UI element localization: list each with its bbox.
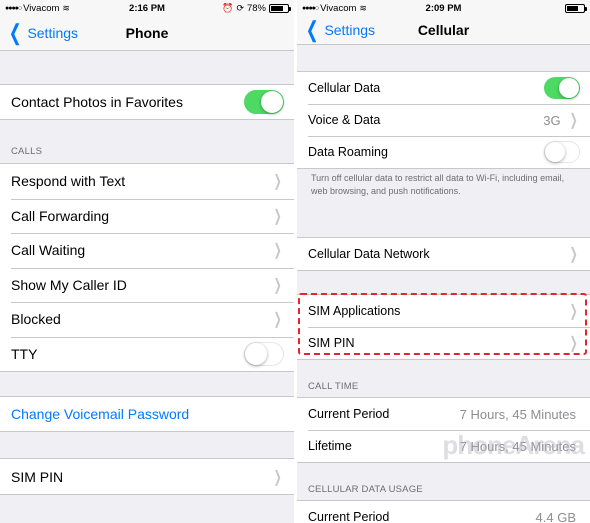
wifi-icon: ≋ [359, 2, 367, 13]
chevron-right-icon: ❯ [273, 468, 282, 486]
calls-section-header: CALLS [11, 146, 43, 157]
sim-pin-row[interactable]: SIM PIN ❯ [0, 459, 294, 494]
chevron-right-icon: ❯ [273, 311, 282, 329]
highlight-box [298, 293, 587, 355]
contact-photos-group: Contact Photos in Favorites [0, 84, 294, 120]
status-bar: ●●●●○ Vivacom ≋ 2:16 PM ⏰ ⟳ 78% [0, 0, 294, 16]
lifetime-row: Lifetime 7 Hours, 45 Minutes [297, 430, 590, 462]
chevron-right-icon: ❯ [273, 242, 282, 260]
voice-data-label: Voice & Data [308, 113, 381, 127]
chevron-right-icon: ❯ [273, 173, 282, 191]
sim-pin-label: SIM PIN [11, 468, 64, 485]
contact-photos-label: Contact Photos in Favorites [11, 94, 183, 110]
voicemail-label: Change Voicemail Password [11, 406, 190, 422]
status-bar: ●●●●○ Vivacom ≋ 2:09 PM [297, 0, 590, 16]
usage-current-period-label: Current Period [308, 510, 390, 523]
list-item-call-forwarding[interactable]: Call Forwarding ❯ [0, 198, 294, 234]
call-time-section-header: CALL TIME [308, 381, 359, 392]
alarm-icon: ⏰ [222, 2, 234, 13]
voice-data-row[interactable]: Voice & Data 3G ❯ [297, 104, 590, 136]
list-item-label: Show My Caller ID [11, 276, 127, 293]
usage-current-period-row: Current Period 4.4 GB [297, 501, 590, 523]
cellular-settings-screen: ●●●●○ Vivacom ≋ 2:09 PM ❮ Settings Cellu… [297, 0, 590, 523]
back-button[interactable]: ❮ Settings [303, 19, 375, 41]
change-voicemail-password-link[interactable]: Change Voicemail Password [0, 397, 294, 431]
lifetime-label: Lifetime [308, 439, 352, 453]
nav-bar: ❮ Settings Phone [0, 16, 294, 51]
current-period-row: Current Period 7 Hours, 45 Minutes [297, 398, 590, 430]
data-roaming-label: Data Roaming [308, 145, 388, 159]
tty-toggle[interactable] [244, 341, 284, 366]
current-period-label: Current Period [308, 407, 390, 421]
wifi-icon: ≋ [62, 2, 70, 13]
rotation-lock-icon: ⟳ [236, 2, 244, 13]
cellular-data-label: Cellular Data [308, 81, 381, 95]
list-item-respond-with-text[interactable]: Respond with Text ❯ [0, 164, 294, 199]
list-item-label: Respond with Text [11, 173, 126, 190]
cellular-data-group: Cellular Data Voice & Data 3G ❯ Data Roa… [297, 71, 590, 169]
battery-icon [565, 3, 587, 13]
list-item-label: Blocked [11, 311, 61, 328]
current-period-value: 7 Hours, 45 Minutes [459, 406, 576, 422]
roaming-footer-note: Turn off cellular data to restrict all d… [311, 173, 565, 196]
call-time-group: Current Period 7 Hours, 45 Minutes Lifet… [297, 397, 590, 463]
data-usage-section-header: CELLULAR DATA USAGE [308, 484, 423, 495]
list-item-label: Call Waiting [11, 242, 86, 259]
calls-group: Respond with Text ❯ Call Forwarding ❯ Ca… [0, 163, 294, 372]
signal-dots-icon: ●●●●○ [302, 4, 319, 12]
back-button[interactable]: ❮ Settings [6, 22, 78, 44]
signal-dots-icon: ●●●●○ [5, 4, 22, 12]
tty-label: TTY [11, 345, 38, 362]
list-item-label: Call Forwarding [11, 207, 110, 224]
chevron-right-icon: ❯ [273, 207, 282, 225]
contact-photos-toggle[interactable] [244, 90, 284, 114]
nav-bar: ❮ Settings Cellular [297, 16, 590, 45]
list-item-blocked[interactable]: Blocked ❯ [0, 302, 294, 337]
data-roaming-toggle[interactable] [544, 141, 580, 163]
tty-row: TTY [0, 336, 294, 372]
carrier-name: Vivacom [320, 2, 357, 14]
contact-photos-row: Contact Photos in Favorites [0, 85, 294, 119]
list-item-call-waiting[interactable]: Call Waiting ❯ [0, 233, 294, 268]
battery-percent: 78% [246, 2, 266, 14]
back-label: Settings [324, 22, 376, 38]
phone-settings-screen: ●●●●○ Vivacom ≋ 2:16 PM ⏰ ⟳ 78% ❮ Settin… [0, 0, 294, 523]
sim-pin-group: SIM PIN ❯ [0, 458, 294, 495]
data-roaming-row: Data Roaming [297, 136, 590, 168]
chevron-left-icon: ❮ [8, 20, 22, 45]
chevron-right-icon: ❯ [273, 276, 282, 294]
voice-data-value: 3G [543, 112, 561, 128]
chevron-right-icon: ❯ [569, 112, 578, 129]
battery-icon [269, 3, 291, 13]
data-usage-group: Current Period 4.4 GB [297, 500, 590, 523]
network-label: Cellular Data Network [308, 247, 430, 261]
network-group: Cellular Data Network ❯ [297, 237, 590, 271]
cellular-data-row: Cellular Data [297, 72, 590, 104]
cellular-data-toggle[interactable] [544, 77, 580, 99]
cellular-data-network-row[interactable]: Cellular Data Network ❯ [297, 238, 590, 270]
carrier-name: Vivacom [23, 2, 60, 14]
lifetime-value: 7 Hours, 45 Minutes [459, 438, 576, 454]
chevron-left-icon: ❮ [305, 17, 319, 42]
usage-current-period-value: 4.4 GB [535, 509, 576, 523]
voicemail-group: Change Voicemail Password [0, 396, 294, 432]
back-label: Settings [27, 25, 79, 41]
list-item-show-my-caller-id[interactable]: Show My Caller ID ❯ [0, 267, 294, 303]
chevron-right-icon: ❯ [569, 246, 578, 263]
